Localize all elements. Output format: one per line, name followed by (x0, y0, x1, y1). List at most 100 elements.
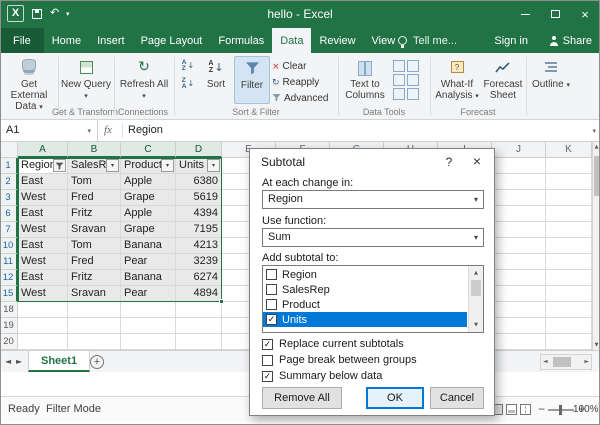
ok-button[interactable]: OK (366, 387, 424, 409)
horizontal-scrollbar-thumb[interactable] (553, 357, 571, 367)
list-scroll-up-icon[interactable]: ▲ (469, 267, 483, 279)
cell-D11[interactable]: 3239 (176, 254, 222, 270)
cell-B19[interactable] (68, 318, 121, 334)
list-scroll-down-icon[interactable]: ▼ (469, 319, 483, 331)
sort-descending-button[interactable]: ZA↓ (178, 76, 198, 91)
cell-B11[interactable]: Fred (68, 254, 121, 270)
cell-A19[interactable] (18, 318, 68, 334)
checkbox-units[interactable]: ✓ (266, 314, 277, 325)
cell-A3[interactable]: West (18, 190, 68, 206)
page-layout-view-icon[interactable] (506, 404, 517, 415)
excel-logo-icon[interactable]: X (7, 5, 24, 22)
text-to-columns-button[interactable]: Text to Columns (342, 56, 388, 104)
row-header-6[interactable]: 6 (0, 206, 18, 222)
cell-A10[interactable]: East (18, 238, 68, 254)
column-header-D[interactable]: D (176, 142, 222, 158)
cell-C10[interactable]: Banana (121, 238, 176, 254)
cell-B7[interactable]: Sravan (68, 222, 121, 238)
save-icon[interactable] (32, 9, 42, 19)
cell-D12[interactable]: 6274 (176, 270, 222, 286)
cell-C11[interactable]: Pear (121, 254, 176, 270)
undo-icon[interactable]: ↶ (50, 6, 59, 19)
subtotal-item-salesrep[interactable]: SalesRep (263, 282, 467, 297)
new-sheet-button[interactable]: + (90, 355, 104, 369)
subtotal-item-product[interactable]: Product (263, 297, 467, 312)
cell-D7[interactable]: 7195 (176, 222, 222, 238)
zoom-out-button[interactable]: − (538, 397, 545, 422)
cell-D20[interactable] (176, 334, 222, 350)
zoom-level[interactable]: 100% (573, 397, 597, 422)
cell-K19[interactable] (546, 318, 592, 334)
data-validation-icon[interactable] (393, 74, 405, 86)
fill-handle[interactable] (219, 299, 224, 304)
cell-B6[interactable]: Fritz (68, 206, 121, 222)
dialog-help-button[interactable]: ? (438, 153, 460, 171)
manage-data-model-icon[interactable] (407, 88, 419, 100)
column-header-A[interactable]: A (18, 142, 68, 158)
outline-button[interactable]: Outline ▾ (530, 56, 572, 116)
row-header-3[interactable]: 3 (0, 190, 18, 206)
column-header-C[interactable]: C (121, 142, 176, 158)
cell-D15[interactable]: 4894 (176, 286, 222, 302)
cell-J20[interactable] (492, 334, 546, 350)
row-header-10[interactable]: 10 (0, 238, 18, 254)
cell-K12[interactable] (546, 270, 592, 286)
tab-review[interactable]: Review (311, 28, 363, 53)
checkbox[interactable]: ✓ (262, 339, 273, 350)
cell-C19[interactable] (121, 318, 176, 334)
cell-C12[interactable]: Banana (121, 270, 176, 286)
cell-D6[interactable]: 4394 (176, 206, 222, 222)
maximize-button[interactable] (540, 0, 570, 28)
list-scrollbar-thumb[interactable] (471, 280, 481, 296)
forecast-sheet-button[interactable]: Forecast Sheet (482, 56, 524, 104)
checkbox-salesrep[interactable] (266, 284, 277, 295)
tell-me-box[interactable]: Tell me... (398, 28, 457, 53)
vertical-scrollbar-thumb[interactable] (594, 156, 599, 196)
row-header-11[interactable]: 11 (0, 254, 18, 270)
filter-dropdown-B1[interactable]: ▾ (106, 159, 119, 172)
cell-A20[interactable] (18, 334, 68, 350)
refresh-all-button[interactable]: ↻ Refresh All ▾ (118, 56, 170, 104)
sign-in-button[interactable]: Sign in (494, 28, 528, 53)
remove-all-button[interactable]: Remove All (262, 387, 342, 409)
cell-C3[interactable]: Grape (121, 190, 176, 206)
cell-J12[interactable] (492, 270, 546, 286)
cell-J11[interactable] (492, 254, 546, 270)
add-subtotal-listbox[interactable]: RegionSalesRepProduct✓Units ▲ ▼ (262, 265, 484, 333)
new-query-button[interactable]: New Query ▾ (60, 56, 112, 104)
fx-icon[interactable]: fx (104, 120, 122, 142)
cell-J2[interactable] (492, 174, 546, 190)
tab-formulas[interactable]: Formulas (210, 28, 272, 53)
row-header-2[interactable]: 2 (0, 174, 18, 190)
page-break-view-icon[interactable] (520, 404, 531, 415)
cell-C7[interactable]: Grape (121, 222, 176, 238)
sort-button[interactable]: AZ↓ Sort (200, 56, 232, 104)
clear-filter-button[interactable]: × Clear (272, 59, 306, 74)
relationships-icon[interactable] (393, 88, 405, 100)
cell-J7[interactable] (492, 222, 546, 238)
cell-A2[interactable]: East (18, 174, 68, 190)
tab-data[interactable]: Data (272, 28, 311, 53)
cell-B1[interactable]: SalesRep▾ (68, 158, 121, 174)
cell-J1[interactable] (492, 158, 546, 174)
cell-D1[interactable]: Units▾ (176, 158, 222, 174)
cell-A1[interactable]: Region (18, 158, 68, 174)
cell-K7[interactable] (546, 222, 592, 238)
name-box-dropdown-icon[interactable]: ▾ (87, 120, 91, 142)
column-header-B[interactable]: B (68, 142, 121, 158)
what-if-analysis-button[interactable]: ? What-If Analysis ▾ (434, 56, 480, 104)
minimize-button[interactable] (510, 0, 540, 28)
column-header-K[interactable]: K (546, 142, 592, 158)
flash-fill-icon[interactable] (393, 60, 405, 72)
cell-D2[interactable]: 6380 (176, 174, 222, 190)
zoom-slider-thumb[interactable] (559, 405, 562, 415)
cell-C15[interactable]: Pear (121, 286, 176, 302)
cell-C2[interactable]: Apple (121, 174, 176, 190)
cell-K18[interactable] (546, 302, 592, 318)
cell-K10[interactable] (546, 238, 592, 254)
filter-dropdown-C1[interactable]: ▾ (161, 159, 174, 172)
checkbox[interactable] (262, 355, 273, 366)
scroll-down-icon[interactable]: ▼ (593, 342, 600, 348)
sheet-nav-right-icon[interactable]: ► (16, 351, 22, 373)
cell-J6[interactable] (492, 206, 546, 222)
